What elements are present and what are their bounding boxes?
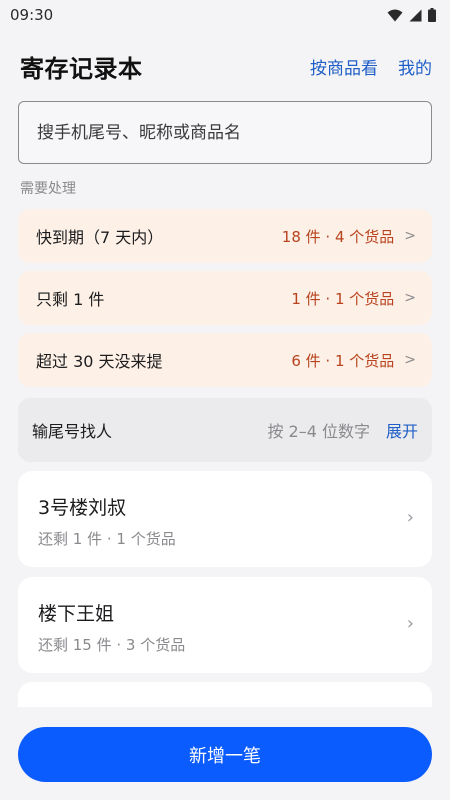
wifi-icon bbox=[387, 9, 403, 21]
alert-right: 6 件 · 1 个货品 > bbox=[291, 350, 416, 371]
customer-summary: 还剩 1 件 · 1 个货品 bbox=[38, 530, 176, 548]
page-title: 寄存记录本 bbox=[20, 54, 143, 83]
alert-only-one-left[interactable]: 只剩 1 件 1 件 · 1 个货品 > bbox=[18, 271, 432, 325]
app-header: 寄存记录本 按商品看 我的 bbox=[0, 40, 450, 92]
app-screen: 09:30 寄存记录本 按商品看 我的 需要处理 快到期（7 天内） bbox=[0, 0, 450, 800]
customer-list[interactable]: 3号楼刘叔 还剩 1 件 · 1 个货品 › 楼下王姐 还剩 15 件 · 3 … bbox=[0, 470, 450, 707]
add-record-button[interactable]: 新增一笔 bbox=[18, 727, 432, 782]
alert-count: 1 件 · 1 个货品 bbox=[291, 289, 395, 308]
battery-icon bbox=[428, 8, 436, 22]
chevron-right-icon: › bbox=[406, 507, 414, 528]
chevron-right-icon: › bbox=[406, 613, 414, 634]
chevron-right-icon: > bbox=[404, 228, 416, 244]
chevron-right-icon: > bbox=[404, 290, 416, 306]
customer-name: 楼下王姐 bbox=[38, 603, 115, 625]
status-time: 09:30 bbox=[10, 6, 54, 24]
my-profile-link[interactable]: 我的 bbox=[398, 54, 432, 79]
tail-finder-expand-button[interactable]: 展开 bbox=[386, 418, 418, 442]
customer-summary: 还剩 15 件 · 3 个货品 bbox=[38, 636, 186, 654]
alert-count: 6 件 · 1 个货品 bbox=[291, 351, 395, 370]
chevron-right-icon: > bbox=[404, 352, 416, 368]
search-input[interactable] bbox=[37, 122, 413, 143]
view-by-product-link[interactable]: 按商品看 bbox=[310, 54, 378, 79]
alert-title: 超过 30 天没来提 bbox=[36, 352, 163, 371]
alert-count: 18 件 · 4 个货品 bbox=[281, 227, 395, 246]
tail-number-finder: 输尾号找人 按 2–4 位数字 展开 bbox=[18, 398, 432, 462]
tail-finder-hint: 按 2–4 位数字 bbox=[267, 422, 370, 441]
search-box[interactable] bbox=[18, 101, 432, 164]
customer-card[interactable]: 楼下王姐 还剩 15 件 · 3 个货品 › bbox=[18, 577, 432, 673]
alert-not-picked-up[interactable]: 超过 30 天没来提 6 件 · 1 个货品 > bbox=[18, 333, 432, 387]
alert-right: 1 件 · 1 个货品 > bbox=[291, 288, 416, 309]
customer-name: 小李 bbox=[38, 704, 76, 707]
status-bar: 09:30 bbox=[0, 0, 450, 30]
signal-icon bbox=[409, 9, 422, 21]
customer-name: 3号楼刘叔 bbox=[38, 497, 127, 519]
alert-right: 18 件 · 4 个货品 > bbox=[282, 226, 416, 247]
tail-finder-label: 输尾号找人 bbox=[32, 422, 113, 441]
header-links: 按商品看 我的 bbox=[310, 54, 432, 79]
customer-card[interactable]: 3号楼刘叔 还剩 1 件 · 1 个货品 › bbox=[18, 471, 432, 567]
alert-expiring-soon[interactable]: 快到期（7 天内） 18 件 · 4 个货品 > bbox=[18, 209, 432, 263]
alert-title: 快到期（7 天内） bbox=[36, 228, 164, 247]
attention-section-label: 需要处理 bbox=[20, 181, 76, 197]
status-icons bbox=[387, 8, 436, 22]
customer-card[interactable]: 小李 bbox=[18, 682, 432, 707]
alert-title: 只剩 1 件 bbox=[36, 290, 105, 309]
